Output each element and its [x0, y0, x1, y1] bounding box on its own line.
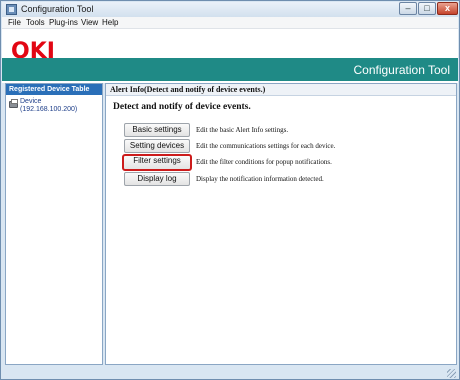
setting-devices-description: Edit the communications settings for eac…	[196, 142, 336, 150]
menu-plugins[interactable]: Plug-ins	[49, 17, 78, 29]
minimize-button[interactable]: –	[399, 2, 417, 15]
filter-settings-button[interactable]: Filter settings	[122, 154, 192, 171]
device-tree-item[interactable]: Device (192.168.100.200)	[8, 97, 102, 117]
device-table-header: Registered Device Table	[6, 84, 102, 95]
maximize-button[interactable]: □	[418, 2, 436, 15]
menu-view[interactable]: View	[81, 17, 98, 29]
device-table-panel: Registered Device Table Device (192.168.…	[5, 83, 103, 365]
setting-devices-button[interactable]: Setting devices	[124, 139, 190, 153]
close-icon: x	[444, 3, 450, 13]
basic-settings-description: Edit the basic Alert Info settings.	[196, 126, 289, 134]
display-log-button[interactable]: Display log	[124, 172, 190, 186]
panel-header: Alert Info(Detect and notify of device e…	[106, 84, 456, 96]
minimize-icon: –	[405, 3, 411, 13]
window-title: Configuration Tool	[21, 4, 94, 14]
title-bar: Configuration Tool – □ x	[2, 2, 458, 17]
app-banner-title: Configuration Tool	[353, 63, 450, 77]
menu-tools[interactable]: Tools	[26, 17, 45, 29]
app-icon	[6, 4, 17, 15]
status-bar	[2, 367, 458, 379]
device-address: (192.168.100.200)	[20, 106, 78, 113]
menu-bar: File Tools Plug-ins View Help	[2, 17, 458, 29]
printer-icon	[9, 99, 18, 108]
close-button[interactable]: x	[437, 2, 458, 15]
app-window: Configuration Tool – □ x File Tools Plug…	[0, 0, 460, 380]
basic-settings-button[interactable]: Basic settings	[124, 123, 190, 137]
menu-file[interactable]: File	[8, 17, 21, 29]
banner: Configuration Tool	[2, 58, 458, 81]
alert-info-panel: Alert Info(Detect and notify of device e…	[105, 83, 457, 365]
resize-grip-icon[interactable]	[447, 369, 456, 378]
menu-help[interactable]: Help	[102, 17, 118, 29]
section-title: Detect and notify of device events.	[113, 102, 251, 112]
display-log-description: Display the notification information det…	[196, 175, 324, 183]
filter-settings-description: Edit the filter conditions for popup not…	[196, 158, 332, 166]
maximize-icon: □	[424, 3, 430, 13]
